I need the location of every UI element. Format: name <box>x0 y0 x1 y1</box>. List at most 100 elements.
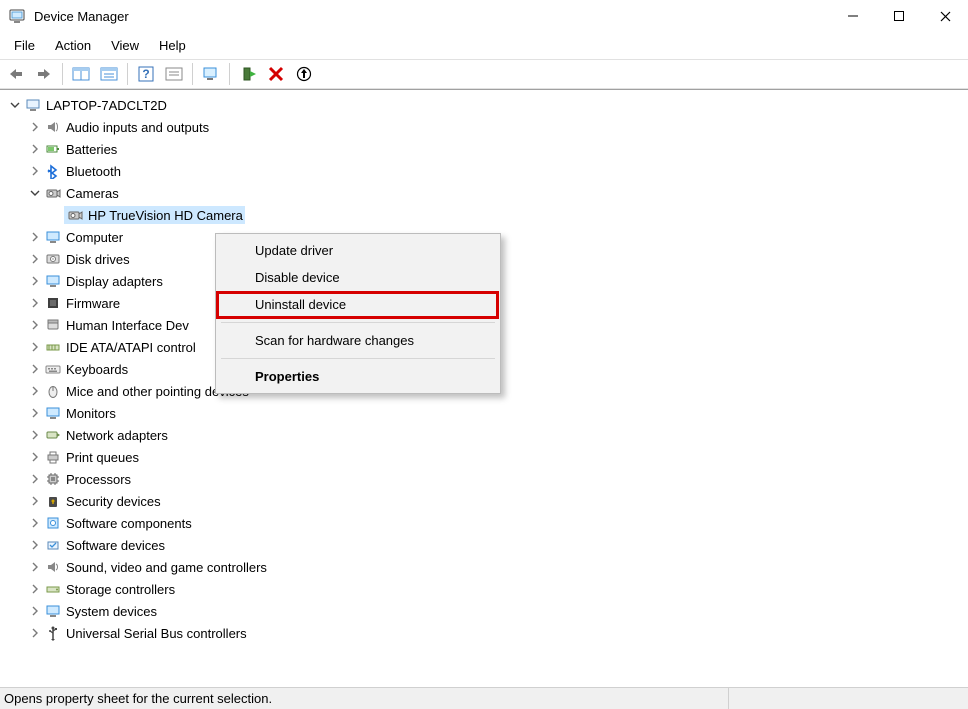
ctx-disable-device[interactable]: Disable device <box>219 264 497 291</box>
category-icon <box>44 250 62 268</box>
category-label: Storage controllers <box>66 582 175 597</box>
expand-icon[interactable] <box>28 406 42 420</box>
toolbar-separator <box>192 63 193 85</box>
expand-icon[interactable] <box>28 472 42 486</box>
expand-icon[interactable] <box>28 538 42 552</box>
menu-action[interactable]: Action <box>45 34 101 57</box>
category-icon <box>44 624 62 642</box>
close-button[interactable] <box>922 0 968 32</box>
expand-icon[interactable] <box>28 604 42 618</box>
tree-category[interactable]: Monitors <box>4 402 968 424</box>
expand-icon[interactable] <box>28 274 42 288</box>
category-label: Print queues <box>66 450 139 465</box>
expand-icon[interactable] <box>28 362 42 376</box>
category-icon <box>44 316 62 334</box>
collapse-icon[interactable] <box>8 98 22 112</box>
enable-device-button[interactable] <box>236 62 260 86</box>
expand-icon[interactable] <box>28 384 42 398</box>
category-icon <box>44 338 62 356</box>
category-icon <box>44 360 62 378</box>
tree-root[interactable]: LAPTOP-7ADCLT2D <box>4 94 968 116</box>
expand-icon[interactable] <box>28 252 42 266</box>
ctx-separator <box>221 322 495 323</box>
menubar: File Action View Help <box>0 32 968 59</box>
expand-icon[interactable] <box>28 120 42 134</box>
forward-button[interactable] <box>32 62 56 86</box>
expand-icon[interactable] <box>28 142 42 156</box>
expand-icon[interactable] <box>28 582 42 596</box>
svg-text:?: ? <box>142 67 149 81</box>
tree-device[interactable]: HP TrueVision HD Camera <box>4 204 968 226</box>
category-label: Batteries <box>66 142 117 157</box>
update-driver-button[interactable] <box>292 62 316 86</box>
statusbar-text: Opens property sheet for the current sel… <box>4 691 272 706</box>
tree-category[interactable]: Batteries <box>4 138 968 160</box>
tree-category[interactable]: Software components <box>4 512 968 534</box>
ctx-properties[interactable]: Properties <box>219 363 497 390</box>
uninstall-device-button[interactable] <box>264 62 288 86</box>
category-label: Keyboards <box>66 362 128 377</box>
menu-view[interactable]: View <box>101 34 149 57</box>
ctx-separator <box>221 358 495 359</box>
category-label: Universal Serial Bus controllers <box>66 626 247 641</box>
category-icon <box>44 272 62 290</box>
toolbar-separator <box>62 63 63 85</box>
context-menu: Update driver Disable device Uninstall d… <box>215 233 501 394</box>
tree-category[interactable]: Print queues <box>4 446 968 468</box>
ctx-scan-hardware[interactable]: Scan for hardware changes <box>219 327 497 354</box>
action-menu-button[interactable] <box>162 62 186 86</box>
tree-category[interactable]: Security devices <box>4 490 968 512</box>
category-label: Sound, video and game controllers <box>66 560 267 575</box>
tree-category[interactable]: Storage controllers <box>4 578 968 600</box>
category-icon <box>44 536 62 554</box>
category-label: Cameras <box>66 186 119 201</box>
expand-icon[interactable] <box>28 340 42 354</box>
category-icon <box>44 492 62 510</box>
category-label: Bluetooth <box>66 164 121 179</box>
expand-icon[interactable] <box>28 318 42 332</box>
ctx-uninstall-device[interactable]: Uninstall device <box>219 291 497 318</box>
tree-category[interactable]: Bluetooth <box>4 160 968 182</box>
ctx-update-driver[interactable]: Update driver <box>219 237 497 264</box>
show-hide-console-button[interactable] <box>69 62 93 86</box>
category-icon <box>44 382 62 400</box>
help-button[interactable]: ? <box>134 62 158 86</box>
expand-icon[interactable] <box>28 230 42 244</box>
maximize-button[interactable] <box>876 0 922 32</box>
expand-icon[interactable] <box>28 494 42 508</box>
expand-icon[interactable] <box>28 626 42 640</box>
menu-help[interactable]: Help <box>149 34 196 57</box>
category-label: Firmware <box>66 296 120 311</box>
category-icon <box>44 558 62 576</box>
toolbar: ? <box>0 59 968 89</box>
expand-icon[interactable] <box>28 560 42 574</box>
properties-button[interactable] <box>97 62 121 86</box>
expand-icon[interactable] <box>28 450 42 464</box>
tree-category[interactable]: Audio inputs and outputs <box>4 116 968 138</box>
collapse-icon[interactable] <box>28 186 42 200</box>
tree-category[interactable]: Sound, video and game controllers <box>4 556 968 578</box>
tree-category[interactable]: Software devices <box>4 534 968 556</box>
tree-category[interactable]: System devices <box>4 600 968 622</box>
category-icon <box>44 514 62 532</box>
toolbar-separator <box>127 63 128 85</box>
expand-icon[interactable] <box>28 428 42 442</box>
category-label: Computer <box>66 230 123 245</box>
tree-category[interactable]: Processors <box>4 468 968 490</box>
menu-file[interactable]: File <box>4 34 45 57</box>
category-icon <box>44 448 62 466</box>
category-label: Human Interface Dev <box>66 318 189 333</box>
scan-hardware-button[interactable] <box>199 62 223 86</box>
minimize-button[interactable] <box>830 0 876 32</box>
expand-icon[interactable] <box>28 164 42 178</box>
category-label: Software devices <box>66 538 165 553</box>
expand-icon[interactable] <box>28 296 42 310</box>
category-icon <box>44 426 62 444</box>
tree-category[interactable]: Cameras <box>4 182 968 204</box>
tree-category[interactable]: Network adapters <box>4 424 968 446</box>
expand-icon[interactable] <box>28 516 42 530</box>
statusbar-cell <box>728 688 968 709</box>
titlebar: Device Manager <box>0 0 968 32</box>
tree-category[interactable]: Universal Serial Bus controllers <box>4 622 968 644</box>
back-button[interactable] <box>4 62 28 86</box>
